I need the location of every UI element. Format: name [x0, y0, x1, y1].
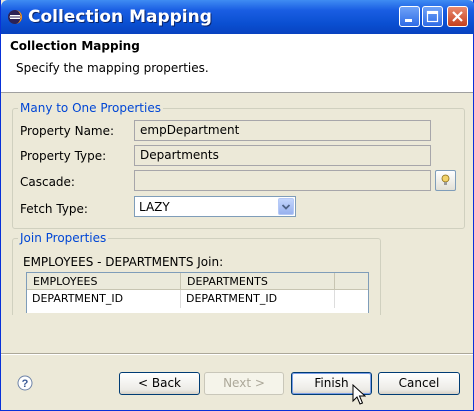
close-icon — [452, 11, 463, 22]
cancel-button[interactable]: Cancel — [378, 372, 460, 395]
header-title: Collection Mapping — [10, 39, 140, 53]
chevron-down-icon — [281, 204, 291, 210]
many-to-one-group-label: Many to One Properties — [18, 101, 163, 115]
fetch-type-label: Fetch Type: — [20, 202, 88, 216]
property-name-label: Property Name: — [20, 124, 115, 138]
join-table[interactable]: EMPLOYEES DEPARTMENTS DEPARTMENT_ID DEPA… — [26, 272, 369, 313]
back-button[interactable]: < Back — [119, 372, 200, 395]
table-cell-employees[interactable]: DEPARTMENT_ID — [27, 290, 181, 308]
dialog-header: Collection Mapping Specify the mapping p… — [1, 34, 473, 93]
minimize-icon — [405, 19, 412, 22]
join-title: EMPLOYEES - DEPARTMENTS Join: — [23, 255, 224, 269]
footer-separator — [1, 353, 473, 355]
help-icon[interactable]: ? — [17, 375, 33, 391]
svg-text:?: ? — [22, 378, 29, 390]
fetch-type-select[interactable]: LAZY — [134, 196, 296, 217]
join-properties-group-label: Join Properties — [18, 231, 109, 245]
property-name-field[interactable]: empDepartment — [134, 120, 431, 141]
title-bar[interactable]: Collection Mapping — [1, 0, 474, 34]
table-cell-departments[interactable]: DEPARTMENT_ID — [181, 290, 335, 308]
column-header-employees[interactable]: EMPLOYEES — [27, 273, 181, 290]
dialog-window: Collection Mapping Collection Mapping Sp… — [0, 0, 474, 411]
mouse-pointer-icon — [352, 384, 366, 405]
lightbulb-icon — [441, 174, 450, 185]
column-header-departments[interactable]: DEPARTMENTS — [181, 273, 335, 290]
minimize-button[interactable] — [399, 6, 420, 27]
fetch-type-value: LAZY — [139, 200, 170, 214]
property-type-field[interactable]: Departments — [134, 145, 431, 166]
maximize-button[interactable] — [422, 6, 443, 27]
property-type-label: Property Type: — [20, 149, 107, 163]
eclipse-icon — [8, 10, 22, 24]
header-description: Specify the mapping properties. — [16, 61, 209, 75]
close-button[interactable] — [447, 6, 468, 27]
dropdown-button[interactable] — [278, 198, 294, 215]
cascade-label: Cascade: — [20, 175, 75, 189]
cascade-lookup-button[interactable] — [435, 170, 456, 191]
next-button[interactable]: Next > — [204, 372, 284, 395]
column-header-filler — [335, 273, 368, 290]
cascade-field[interactable] — [134, 170, 431, 191]
maximize-icon — [426, 10, 439, 23]
window-title: Collection Mapping — [28, 7, 212, 27]
